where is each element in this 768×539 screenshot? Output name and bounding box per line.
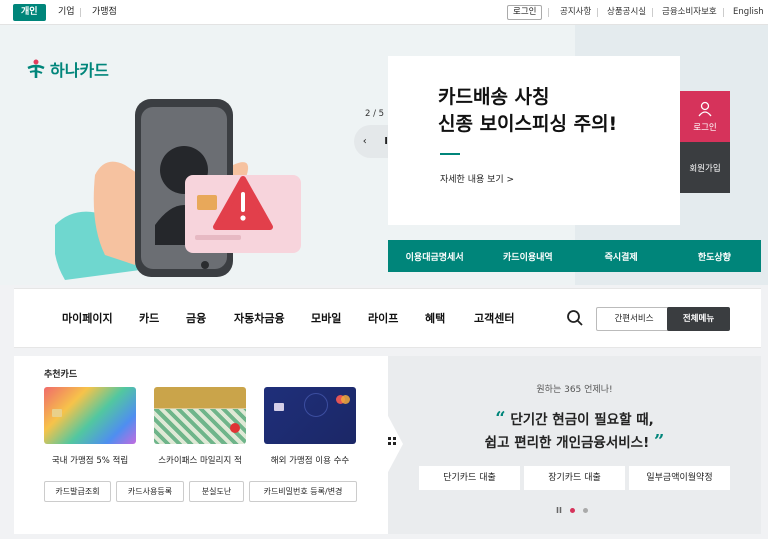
banner-text-panel: 카드배송 사칭 신종 보이스피싱 주의! 자세한 내용 보기 > xyxy=(388,56,680,225)
accent-line xyxy=(440,153,460,155)
promo-subtitle: 원하는 365 언제나! xyxy=(536,385,613,395)
instant-payment-link[interactable]: 즉시결제 xyxy=(575,250,668,263)
card-caption[interactable]: 국내 가맹점 5% 적립 xyxy=(35,454,145,466)
phone-scam-illustration xyxy=(55,99,301,280)
headline-line-2: 신종 보이스피싱 주의! xyxy=(438,113,618,135)
top-bar: 개인 기업 가맹점 로그인 공지사항 상품공시실 금융소비자보호 English xyxy=(0,0,768,25)
nav-card[interactable]: 카드 xyxy=(139,310,159,326)
long-term-loan-button[interactable]: 장기카드 대출 xyxy=(524,466,625,490)
close-quote-icon: ” xyxy=(653,431,665,452)
section-title: 추천카드 xyxy=(44,370,78,380)
login-button[interactable]: 로그인 xyxy=(680,91,730,142)
join-button[interactable]: 회원가입 xyxy=(680,142,730,193)
nav-customer-center[interactable]: 고객센터 xyxy=(474,310,514,326)
card-activation-button[interactable]: 카드사용등록 xyxy=(116,481,184,502)
headline-line-1: 카드배송 사칭 xyxy=(438,86,550,108)
promo-headline: “ 단기간 현금이 필요할 때, 쉽고 편리한 개인금융서비스! ” xyxy=(388,408,761,454)
hana-card-logo[interactable]: 하나카드 xyxy=(25,57,109,81)
tab-merchant[interactable]: 가맹점 xyxy=(84,4,125,21)
hana-logo-icon xyxy=(27,59,45,78)
nav-auto-finance[interactable]: 자동차금융 xyxy=(234,310,285,326)
main-nav: 마이페이지 카드 금융 자동차금융 모바일 라이프 혜택 고객센터 간편서비스 … xyxy=(14,288,761,348)
recommended-cards: 추천카드 국내 가맹점 5% 적립 스카이패스 마일리지 적 해외 가맹점 이용… xyxy=(14,356,388,534)
login-label: 로그인 xyxy=(693,122,717,133)
nav-benefits[interactable]: 혜택 xyxy=(425,310,445,326)
slide-counter: 2 / 5 xyxy=(365,109,385,119)
nav-mypage[interactable]: 마이페이지 xyxy=(62,310,113,326)
card-image-skypass[interactable] xyxy=(154,387,246,444)
nav-finance[interactable]: 금융 xyxy=(186,310,206,326)
open-quote-icon: “ xyxy=(495,408,506,429)
notice-link[interactable]: 공지사항 xyxy=(560,4,591,21)
nav-life[interactable]: 라이프 xyxy=(368,310,398,326)
tab-business[interactable]: 기업 xyxy=(50,4,83,21)
card-caption[interactable]: 해외 가맹점 이용 수수 xyxy=(255,454,365,466)
easy-service-button[interactable]: 간편서비스 xyxy=(596,307,672,331)
product-disclosure-link[interactable]: 상품공시실 xyxy=(607,4,646,21)
card-pin-button[interactable]: 카드비밀번호 등록/변경 xyxy=(249,481,357,502)
english-link[interactable]: English xyxy=(733,4,764,21)
search-icon[interactable] xyxy=(566,309,584,327)
page-dot[interactable] xyxy=(582,508,588,513)
divider xyxy=(548,8,549,17)
finance-promo: 원하는 365 언제나! “ 단기간 현금이 필요할 때, 쉽고 편리한 개인금… xyxy=(387,356,761,534)
short-term-loan-button[interactable]: 단기카드 대출 xyxy=(419,466,520,490)
tab-personal[interactable]: 개인 xyxy=(13,4,46,21)
top-login-button[interactable]: 로그인 xyxy=(507,5,543,20)
promo-pagination: II xyxy=(556,506,588,515)
nav-mobile[interactable]: 모바일 xyxy=(311,310,341,326)
promo-line-2: 쉽고 편리한 개인금융서비스! xyxy=(484,435,650,451)
card-issue-inquiry-button[interactable]: 카드발급조회 xyxy=(44,481,111,502)
lost-stolen-button[interactable]: 분실도난 xyxy=(189,481,244,502)
banner-headline[interactable]: 카드배송 사칭 신종 보이스피싱 주의! xyxy=(438,84,617,138)
limit-increase-link[interactable]: 한도상향 xyxy=(668,250,761,263)
card-caption[interactable]: 스카이패스 마일리지 적 xyxy=(145,454,255,466)
prev-slide-icon[interactable]: ‹ xyxy=(363,136,367,147)
revolving-button[interactable]: 일부금액이월약정 xyxy=(629,466,730,490)
promo-line-1: 단기간 현금이 필요할 때, xyxy=(510,412,654,428)
user-icon xyxy=(698,101,712,116)
page-dot-active[interactable] xyxy=(569,508,575,513)
card-image-colorful[interactable] xyxy=(44,387,136,444)
all-menu-button[interactable]: 전체메뉴 xyxy=(667,307,730,331)
divider xyxy=(80,8,81,17)
consumer-protection-link[interactable]: 금융소비자보호 xyxy=(662,4,717,21)
usage-history-link[interactable]: 카드이용내역 xyxy=(481,250,574,263)
see-more-link[interactable]: 자세한 내용 보기 > xyxy=(440,172,514,185)
hero-banner: 하나카드 2 / 5 ‹ II › 카드배송 사칭 신종 보이스피싱 주의! 자… xyxy=(0,25,768,285)
quick-menu-bar: 이용대금명세서 카드이용내역 즉시결제 한도상향 xyxy=(388,240,761,272)
card-image-navy[interactable] xyxy=(264,387,356,444)
divider xyxy=(652,8,653,17)
statement-link[interactable]: 이용대금명세서 xyxy=(388,250,481,263)
divider xyxy=(723,8,724,17)
divider xyxy=(597,8,598,17)
logo-text: 하나카드 xyxy=(50,61,109,80)
pause-icon[interactable]: II xyxy=(556,506,562,515)
